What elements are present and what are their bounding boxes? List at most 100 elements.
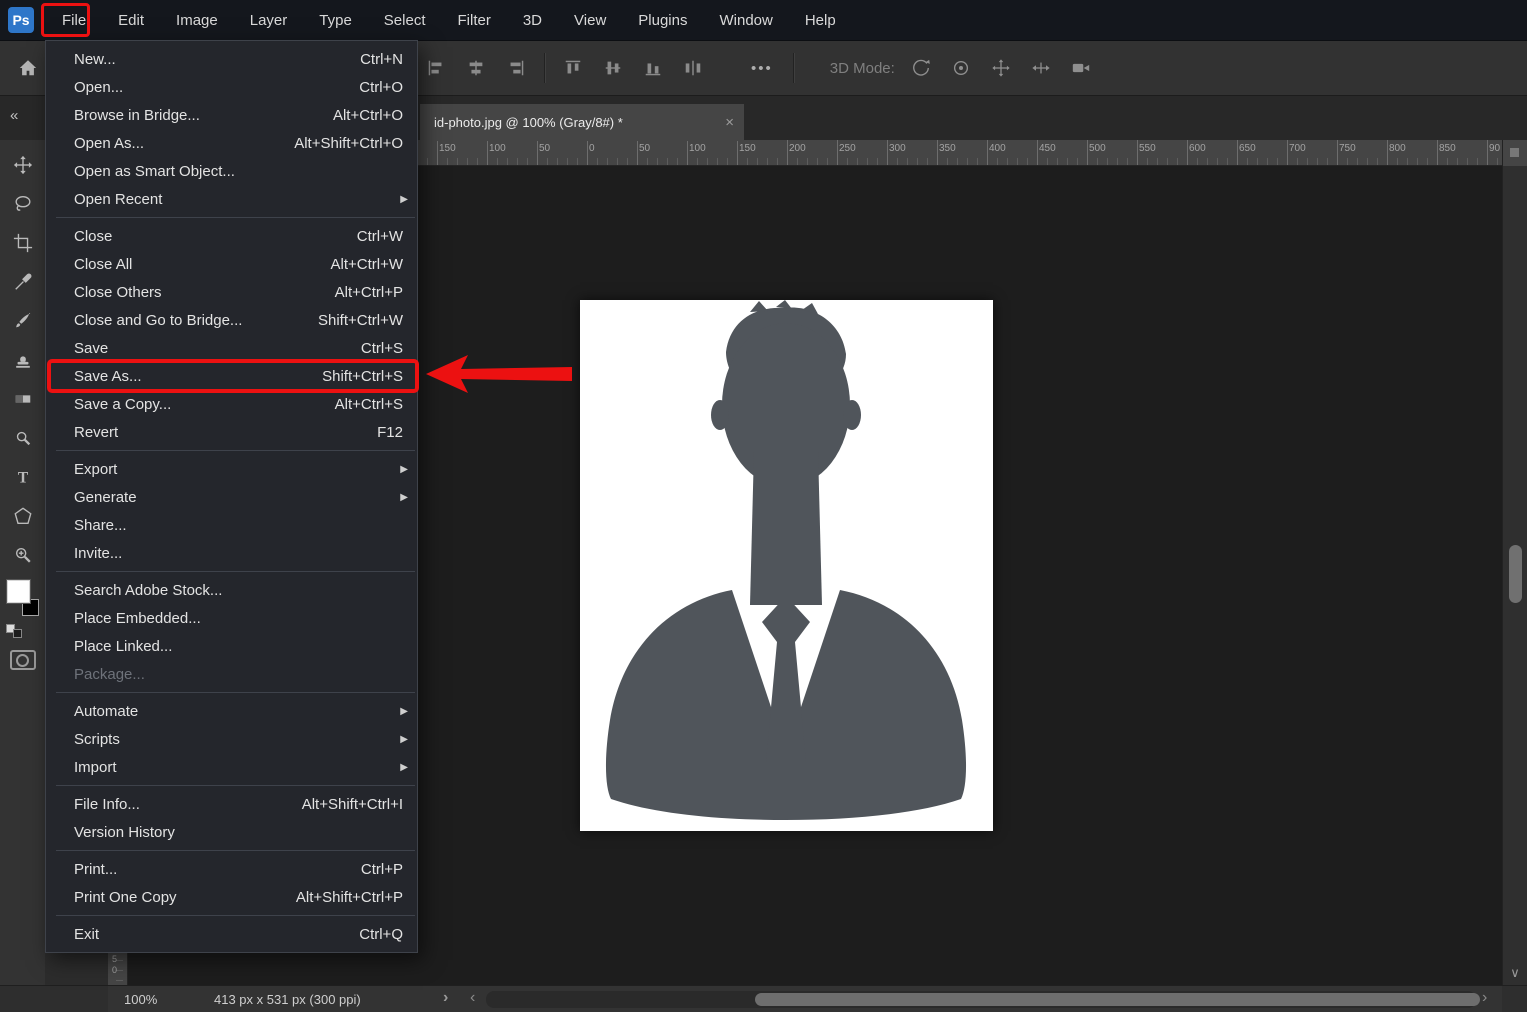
align-right-edges-icon[interactable] [506, 58, 526, 78]
align-bottom-edges-icon[interactable] [643, 58, 663, 78]
eyedropper-tool[interactable] [11, 271, 35, 293]
menubar-item-select[interactable]: Select [368, 0, 442, 40]
lasso-tool[interactable] [11, 193, 35, 215]
ruler-label: 400 [989, 143, 1006, 154]
submenu-arrow-icon: ▶ [400, 734, 408, 745]
menu-item-new[interactable]: New...Ctrl+N [46, 45, 417, 73]
menubar-item-layer[interactable]: Layer [234, 0, 304, 40]
type-tool[interactable]: T [11, 466, 35, 488]
slide-icon[interactable] [1031, 58, 1051, 78]
menu-item-open-as-smart-object[interactable]: Open as Smart Object... [46, 157, 417, 185]
menu-item-save[interactable]: SaveCtrl+S [46, 334, 417, 362]
crop-tool[interactable] [11, 232, 35, 254]
menu-item-label: Place Embedded... [74, 610, 201, 627]
menu-separator [56, 450, 415, 451]
default-colors-icon[interactable] [6, 624, 22, 638]
menubar-item-plugins[interactable]: Plugins [622, 0, 703, 40]
menu-item-exit[interactable]: ExitCtrl+Q [46, 920, 417, 948]
align-vertical-centers-icon[interactable] [603, 58, 623, 78]
menu-item-place-embedded[interactable]: Place Embedded... [46, 604, 417, 632]
vertical-scrollbar-thumb[interactable] [1509, 545, 1522, 603]
menu-item-share[interactable]: Share... [46, 511, 417, 539]
status-corner [0, 986, 108, 1012]
menu-item-close-and-go-to-bridge[interactable]: Close and Go to Bridge... Shift+Ctrl+W [46, 306, 417, 334]
dodge-tool[interactable] [11, 427, 35, 449]
menu-item-shortcut: Shift+Ctrl+W [294, 312, 403, 329]
menu-item-generate[interactable]: Generate▶ [46, 483, 417, 511]
clone-stamp-tool[interactable] [11, 349, 35, 371]
menu-item-label: Browse in Bridge... [74, 107, 200, 124]
scroll-down-icon[interactable]: ∨ [1503, 966, 1527, 979]
ruler-label: 300 [889, 143, 906, 154]
menubar-item-window[interactable]: Window [703, 0, 788, 40]
horizontal-scrollbar[interactable] [486, 991, 1476, 1008]
scroll-right-icon[interactable]: › [1482, 989, 1487, 1007]
menu-item-open[interactable]: Open...Ctrl+O [46, 73, 417, 101]
menu-item-place-linked[interactable]: Place Linked... [46, 632, 417, 660]
menubar-item-file[interactable]: File [46, 0, 102, 40]
menubar-item-3d[interactable]: 3D [507, 0, 558, 40]
menu-item-revert[interactable]: RevertF12 [46, 418, 417, 446]
gradient-tool[interactable] [11, 388, 35, 410]
menubar-item-type[interactable]: Type [303, 0, 368, 40]
menu-item-search-adobe-stock[interactable]: Search Adobe Stock... [46, 576, 417, 604]
status-flyout-icon[interactable]: › [443, 989, 448, 1007]
menu-item-label: Share... [74, 517, 127, 534]
menu-item-version-history[interactable]: Version History [46, 818, 417, 846]
menu-item-shortcut: Ctrl+S [337, 340, 403, 357]
menubar-item-edit[interactable]: Edit [102, 0, 160, 40]
menubar-item-help[interactable]: Help [789, 0, 852, 40]
menu-item-save-a-copy[interactable]: Save a Copy...Alt+Ctrl+S [46, 390, 417, 418]
menu-item-browse-in-bridge[interactable]: Browse in Bridge...Alt+Ctrl+O [46, 101, 417, 129]
move-tool[interactable] [11, 154, 35, 176]
menu-item-print[interactable]: Print...Ctrl+P [46, 855, 417, 883]
menu-item-print-one-copy[interactable]: Print One CopyAlt+Shift+Ctrl+P [46, 883, 417, 911]
menu-item-scripts[interactable]: Scripts▶ [46, 725, 417, 753]
home-icon[interactable] [18, 58, 38, 78]
ruler-label: 450 [1039, 143, 1056, 154]
menu-item-automate[interactable]: Automate▶ [46, 697, 417, 725]
camera-icon[interactable] [1071, 58, 1091, 78]
menu-item-label: Close and Go to Bridge... [74, 312, 242, 329]
menu-item-close[interactable]: CloseCtrl+W [46, 222, 417, 250]
zoom-level-field[interactable]: 100% [124, 992, 157, 1007]
menubar-item-image[interactable]: Image [160, 0, 234, 40]
menu-item-file-info[interactable]: File Info...Alt+Shift+Ctrl+I [46, 790, 417, 818]
menu-item-open-as[interactable]: Open As...Alt+Shift+Ctrl+O [46, 129, 417, 157]
menu-item-import[interactable]: Import▶ [46, 753, 417, 781]
foreground-color-swatch[interactable] [7, 580, 30, 603]
quick-mask-icon[interactable] [10, 650, 36, 670]
scroll-left-icon[interactable]: ‹ [470, 989, 475, 1007]
photoshop-logo-icon: Ps [8, 7, 34, 33]
menu-item-close-all[interactable]: Close AllAlt+Ctrl+W [46, 250, 417, 278]
roll-icon[interactable] [951, 58, 971, 78]
menu-item-export[interactable]: Export▶ [46, 455, 417, 483]
document-window[interactable] [580, 300, 993, 831]
shape-tool[interactable] [11, 505, 35, 527]
menu-item-save-as[interactable]: Save As...Shift+Ctrl+S [46, 362, 417, 390]
menu-item-label: Save a Copy... [74, 396, 171, 413]
horizontal-scrollbar-thumb[interactable] [755, 993, 1480, 1006]
ruler-label: 100 [689, 143, 706, 154]
tab-close-icon[interactable]: × [725, 114, 734, 131]
pan-icon[interactable] [991, 58, 1011, 78]
distribute-horizontal-icon[interactable] [683, 58, 703, 78]
document-tab[interactable]: id-photo.jpg @ 100% (Gray/8#) * × [420, 104, 744, 141]
zoom-tool[interactable] [11, 544, 35, 566]
align-left-edges-icon[interactable] [426, 58, 446, 78]
color-swatches[interactable] [7, 580, 39, 616]
menubar-item-filter[interactable]: Filter [442, 0, 507, 40]
menu-item-open-recent[interactable]: Open Recent▶ [46, 185, 417, 213]
vertical-scrollbar[interactable]: ∨ [1502, 140, 1527, 985]
menu-item-close-others[interactable]: Close OthersAlt+Ctrl+P [46, 278, 417, 306]
align-horizontal-centers-icon[interactable] [466, 58, 486, 78]
menu-item-invite[interactable]: Invite... [46, 539, 417, 567]
eyedropper-icon [13, 272, 33, 292]
more-options-button[interactable]: ••• [751, 60, 773, 77]
svg-text:T: T [17, 469, 28, 486]
align-top-edges-icon[interactable] [563, 58, 583, 78]
orbit-icon[interactable] [911, 58, 931, 78]
collapse-panel-icon[interactable]: « [10, 107, 17, 124]
menubar-item-view[interactable]: View [558, 0, 622, 40]
brush-tool[interactable] [11, 310, 35, 332]
